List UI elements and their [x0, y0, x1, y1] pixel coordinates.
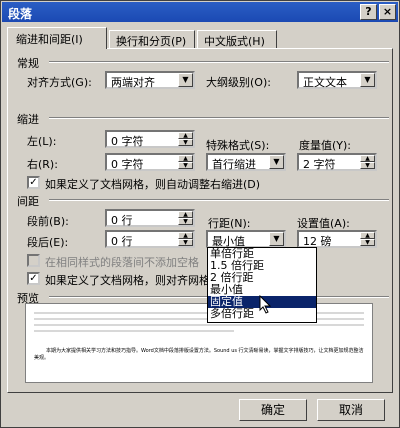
preview-box: 本期为大家提供相关学习方法和技巧指导。Word文档中段落排版设置方法。Sound…: [25, 303, 373, 383]
at-input[interactable]: 12 磅 ▲ ▼: [297, 230, 377, 248]
spin-up-icon[interactable]: ▲: [178, 211, 193, 218]
spin-up-icon[interactable]: ▲: [360, 155, 375, 162]
tab-asian-typography[interactable]: 中文版式(H): [197, 30, 277, 49]
chevron-down-icon[interactable]: ▼: [269, 155, 284, 169]
divider: [49, 199, 389, 201]
spinner[interactable]: ▲ ▼: [178, 155, 193, 169]
right-indent-value: 0 字符: [111, 158, 144, 171]
preview-line: [34, 324, 364, 326]
spin-down-icon[interactable]: ▼: [178, 218, 193, 225]
spin-up-icon[interactable]: ▲: [178, 155, 193, 162]
spin-down-icon[interactable]: ▼: [178, 162, 193, 169]
preview-sample-text: 本期为大家提供相关学习方法和技巧指导。Word文档中段落排版设置方法。Sound…: [34, 348, 364, 361]
cancel-button[interactable]: 取消: [317, 399, 385, 421]
tab-indent-spacing[interactable]: 缩进和间距(I): [7, 27, 107, 49]
space-before-label: 段前(B):: [27, 215, 69, 228]
divider: [49, 61, 389, 63]
spin-up-icon[interactable]: ▲: [178, 132, 193, 139]
snap-to-grid-checkbox[interactable]: ✓: [27, 272, 40, 285]
tab-line-page-breaks[interactable]: 换行和分页(P): [109, 30, 195, 49]
preview-line: [34, 330, 234, 332]
special-format-label: 特殊格式(S):: [206, 139, 270, 152]
measure-label: 度量值(Y):: [299, 139, 352, 152]
spin-down-icon[interactable]: ▼: [360, 239, 375, 246]
space-after-input[interactable]: 0 行 ▲ ▼: [105, 230, 195, 248]
spinner[interactable]: ▲ ▼: [178, 211, 193, 225]
space-after-value: 0 行: [111, 235, 133, 248]
indent-heading: 缩进: [17, 113, 39, 126]
outline-level-select[interactable]: 正文文本 ▼: [297, 71, 377, 89]
mouse-pointer-icon: [259, 295, 272, 314]
left-indent-label: 左(L):: [27, 135, 57, 148]
right-indent-label: 右(R):: [27, 158, 58, 171]
space-before-input[interactable]: 0 行 ▲ ▼: [105, 209, 195, 227]
alignment-select[interactable]: 两端对齐 ▼: [105, 71, 195, 89]
spacing-heading: 间距: [17, 195, 39, 208]
spinner[interactable]: ▲ ▼: [360, 155, 375, 169]
outline-level-label: 大纲级别(O):: [206, 76, 271, 89]
left-indent-input[interactable]: 0 字符 ▲ ▼: [105, 130, 195, 148]
line-spacing-label: 行距(N):: [208, 217, 251, 230]
no-space-checkbox[interactable]: [27, 254, 40, 267]
line-spacing-select[interactable]: 最小值 ▼: [206, 230, 286, 248]
spin-up-icon[interactable]: ▲: [178, 232, 193, 239]
autoadjust-label: 如果定义了文档网格，则自动调整右缩进(D): [45, 178, 261, 191]
special-format-value: 首行缩进: [212, 158, 256, 171]
spin-down-icon[interactable]: ▼: [178, 239, 193, 246]
chevron-down-icon[interactable]: ▼: [360, 73, 375, 87]
paragraph-dialog: 段落 ? × 缩进和间距(I) 换行和分页(P) 中文版式(H) 常规 对齐方式…: [0, 0, 400, 428]
close-button[interactable]: ×: [379, 4, 396, 20]
measure-value: 2 字符: [303, 158, 336, 171]
divider: [49, 117, 389, 119]
space-after-label: 段后(E):: [27, 236, 69, 249]
autoadjust-checkbox[interactable]: ✓: [27, 176, 40, 189]
no-space-label: 在相同样式的段落间不添加空格: [45, 256, 199, 269]
spinner[interactable]: ▲ ▼: [178, 132, 193, 146]
help-button[interactable]: ?: [360, 4, 377, 20]
snap-to-grid-label: 如果定义了文档网格，则对齐网格: [45, 274, 210, 287]
ok-button[interactable]: 确定: [239, 399, 307, 421]
spin-down-icon[interactable]: ▼: [178, 139, 193, 146]
at-label: 设置值(A):: [297, 217, 350, 230]
dialog-title: 段落: [8, 7, 33, 21]
chevron-down-icon[interactable]: ▼: [178, 73, 193, 87]
chevron-down-icon[interactable]: ▼: [269, 232, 284, 246]
outline-level-value: 正文文本: [303, 76, 347, 89]
space-before-value: 0 行: [111, 214, 133, 227]
title-bar[interactable]: 段落 ? ×: [2, 2, 398, 22]
right-indent-input[interactable]: 0 字符 ▲ ▼: [105, 153, 195, 171]
special-format-select[interactable]: 首行缩进 ▼: [206, 153, 286, 171]
left-indent-value: 0 字符: [111, 135, 144, 148]
alignment-label: 对齐方式(G):: [27, 76, 92, 89]
measure-input[interactable]: 2 字符 ▲ ▼: [297, 153, 377, 171]
spin-down-icon[interactable]: ▼: [360, 162, 375, 169]
spinner[interactable]: ▲ ▼: [360, 232, 375, 246]
general-heading: 常规: [17, 57, 39, 70]
alignment-value: 两端对齐: [111, 76, 155, 89]
spin-up-icon[interactable]: ▲: [360, 232, 375, 239]
spinner[interactable]: ▲ ▼: [178, 232, 193, 246]
